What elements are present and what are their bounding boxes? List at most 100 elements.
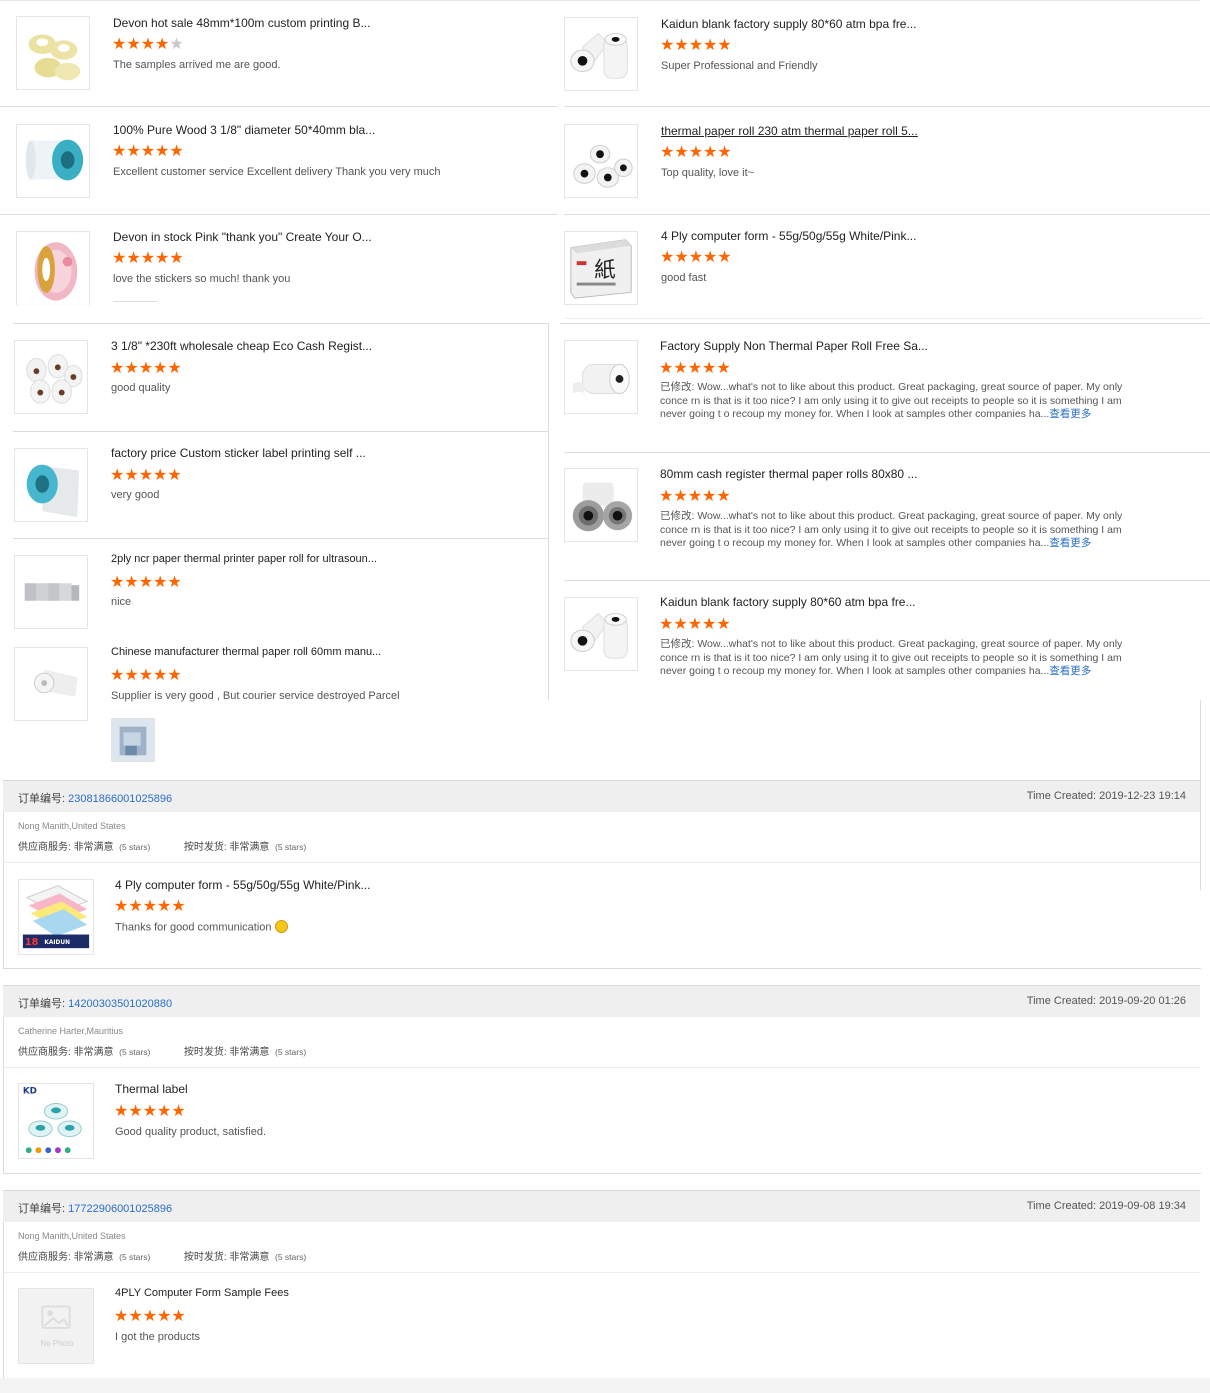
svg-text:紙: 紙	[594, 258, 615, 283]
product-thumb[interactable]: No Photo	[18, 1288, 94, 1364]
product-title-link[interactable]: 4 Ply computer form - 55g/50g/55g White/…	[661, 229, 916, 243]
product-thumb[interactable]	[564, 468, 638, 542]
paper-rolls-icon	[15, 341, 87, 413]
product-title-link[interactable]: 4PLY Computer Form Sample Fees	[115, 1287, 289, 1299]
review-comment: good fast	[661, 272, 707, 284]
order-header: 订单编号: 23081866001025896 Time Created: 20…	[3, 780, 1200, 812]
order-number-label: 订单编号: 14200303501020880	[18, 998, 173, 1010]
paper-rolls-icon	[565, 125, 637, 197]
review-photo[interactable]	[111, 718, 155, 762]
two-rolls-icon	[565, 598, 637, 670]
time-created: Time Created: 2019-09-20 01:26	[1026, 995, 1186, 1007]
seller-ratings: 供应商服务: 非常满意 (5 stars) 按时发货: 非常满意 (5 star…	[18, 1252, 307, 1263]
time-created: Time Created: 2019-09-08 19:34	[1026, 1200, 1186, 1212]
see-more-link[interactable]: 查看更多	[1049, 537, 1091, 549]
product-title-link[interactable]: Devon in stock Pink "thank you" Create Y…	[113, 230, 372, 244]
product-thumb[interactable]: 紙	[564, 231, 638, 305]
review-comment: 已修改: Wow...what's not to like about this…	[660, 381, 1123, 420]
product-thumb[interactable]	[564, 340, 638, 414]
star-rating: ★★★★★	[660, 249, 732, 266]
label-roll-icon	[17, 125, 89, 197]
single-roll-icon	[565, 341, 637, 413]
product-title-link[interactable]: Devon hot sale 48mm*100m custom printing…	[113, 16, 370, 30]
order-number-link[interactable]: 23081866001025896	[68, 793, 172, 805]
star-rating: ★★★★★	[110, 574, 182, 591]
product-title-link[interactable]: 2ply ncr paper thermal printer paper rol…	[111, 553, 377, 565]
order-number-link[interactable]: 17722906001025896	[68, 1203, 172, 1215]
product-thumb[interactable]	[14, 448, 88, 522]
smile-emoji-icon	[274, 920, 288, 933]
product-thumb[interactable]: KD	[18, 1083, 94, 1159]
star-rating: ★★★★★	[110, 360, 182, 377]
two-rolls-icon	[565, 18, 637, 90]
review-comment: The samples arrived me are good.	[113, 59, 281, 71]
label-rolls-icon: KD	[19, 1084, 93, 1158]
svg-text:18: 18	[25, 937, 39, 948]
star-rating: ★★★★★	[112, 36, 184, 53]
product-thumb[interactable]	[564, 124, 638, 198]
review-comment: Top quality, love it~	[661, 167, 755, 179]
review-comment: 已修改: Wow...what's not to like about this…	[660, 510, 1123, 549]
svg-text:KD: KD	[23, 1087, 37, 1097]
pink-sticker-roll-icon	[17, 232, 89, 305]
star-rating: ★★★★★	[114, 1103, 186, 1120]
order-header: 订单编号: 14200303501020880 Time Created: 20…	[3, 985, 1200, 1017]
star-rating: ★★★★★	[660, 144, 732, 161]
star-rating: ★★★★★	[114, 1308, 186, 1325]
product-thumb[interactable]	[16, 231, 90, 305]
no-photo-icon	[19, 1289, 93, 1363]
review-comment: 已修改: Wow...what's not to like about this…	[660, 638, 1123, 677]
order-number-label: 订单编号: 17722906001025896	[18, 1203, 173, 1215]
review-comment: nice	[111, 596, 132, 608]
tape-icon	[17, 17, 89, 89]
see-more-link[interactable]: 查看更多	[1049, 665, 1091, 677]
buyer-info: Nong Manith,United States	[18, 821, 126, 831]
order-number-link[interactable]: 14200303501020880	[68, 998, 172, 1010]
star-rating: ★★★★★	[110, 667, 182, 684]
product-thumb[interactable]	[14, 340, 88, 414]
label-roll-icon	[15, 449, 87, 521]
product-thumb[interactable]	[564, 17, 638, 91]
product-title-link[interactable]: factory price Custom sticker label print…	[111, 446, 366, 460]
review-comment: good quality	[111, 382, 171, 394]
review-comment: Super Professional and Friendly	[661, 60, 818, 72]
product-title-link[interactable]: Kaidun blank factory supply 80*60 atm bp…	[660, 595, 916, 609]
product-thumb[interactable]	[564, 597, 638, 671]
computer-form-icon: 18 KAIDUN	[19, 880, 93, 954]
product-thumb[interactable]	[16, 124, 90, 198]
product-title-link[interactable]: 4 Ply computer form - 55g/50g/55g White/…	[115, 878, 370, 892]
single-roll-icon	[15, 648, 87, 720]
product-title-link[interactable]: Thermal label	[115, 1082, 188, 1096]
product-title-link[interactable]: 80mm cash register thermal paper rolls 8…	[660, 467, 917, 481]
seller-ratings: 供应商服务: 非常满意 (5 stars) 按时发货: 非常满意 (5 star…	[18, 1047, 307, 1058]
product-thumb[interactable]	[14, 555, 88, 629]
review-comment: Thanks for good communication	[115, 920, 288, 934]
review-comment: Supplier is very good , But courier serv…	[111, 690, 400, 702]
paper-box-icon: 紙	[565, 232, 637, 304]
star-rating: ★★★★★	[659, 488, 731, 505]
product-title-link[interactable]: 3 1/8" *230ft wholesale cheap Eco Cash R…	[111, 339, 372, 353]
see-more-link[interactable]: 查看更多	[1049, 408, 1091, 420]
small-rolls-icon	[15, 556, 87, 628]
order-number-label: 订单编号: 23081866001025896	[18, 793, 173, 805]
star-rating: ★★★★★	[659, 616, 731, 633]
review-comment: Good quality product, satisfied.	[115, 1126, 267, 1138]
product-thumb[interactable]: 18 KAIDUN	[18, 879, 94, 955]
page-bottom-edge	[0, 1378, 1210, 1393]
review-comment: very good	[111, 489, 160, 501]
star-rating: ★★★★★	[114, 898, 186, 915]
star-rating: ★★★★★	[112, 143, 184, 160]
product-title-link[interactable]: 100% Pure Wood 3 1/8" diameter 50*40mm b…	[113, 123, 375, 137]
svg-text:KAIDUN: KAIDUN	[44, 940, 70, 946]
review-comment: I got the products	[115, 1331, 200, 1343]
product-title-link[interactable]: Factory Supply Non Thermal Paper Roll Fr…	[660, 339, 928, 353]
parcel-photo-icon	[112, 719, 154, 761]
product-thumb[interactable]	[16, 16, 90, 90]
product-title-link[interactable]: Chinese manufacturer thermal paper roll …	[111, 646, 381, 658]
star-rating: ★★★★★	[659, 360, 731, 377]
product-title-link[interactable]: thermal paper roll 230 atm thermal paper…	[661, 124, 918, 138]
order-header: 订单编号: 17722906001025896 Time Created: 20…	[3, 1190, 1200, 1222]
product-title-link[interactable]: Kaidun blank factory supply 80*60 atm bp…	[661, 17, 917, 31]
buyer-info: Nong Manith,United States	[18, 1231, 126, 1241]
product-thumb[interactable]	[14, 647, 88, 721]
